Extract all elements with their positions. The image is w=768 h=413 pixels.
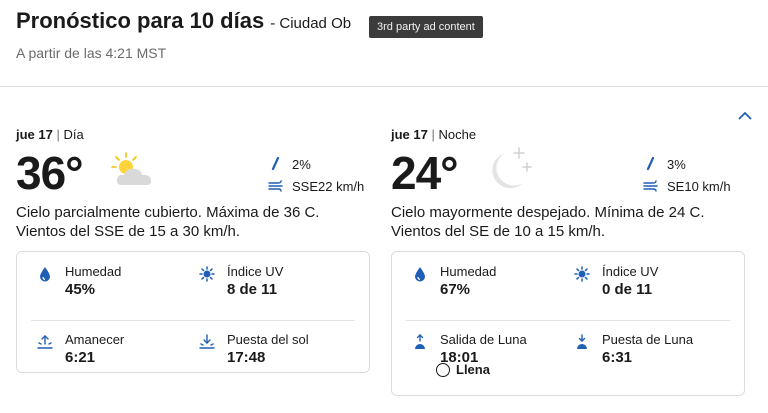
humidity-icon xyxy=(415,267,425,282)
card-divider xyxy=(406,320,730,321)
sunrise-icon xyxy=(37,335,53,349)
card-divider xyxy=(31,320,355,321)
night-period-name: Noche xyxy=(438,127,477,142)
clear-night-icon xyxy=(492,147,532,189)
humidity-value: 45% xyxy=(65,281,96,298)
location-name[interactable]: - Ciudad Ob xyxy=(270,15,351,32)
uv-sun-icon xyxy=(199,266,215,282)
period-separator: | xyxy=(431,127,435,142)
moon-phase: Llena xyxy=(436,362,490,377)
period-separator: | xyxy=(56,127,60,142)
raindrop-icon xyxy=(646,157,655,171)
day-precip-value: 2% xyxy=(292,156,311,172)
night-period-label: jue 17 | Noche xyxy=(391,127,476,142)
wind-icon xyxy=(268,180,283,192)
day-sunset: Puesta del sol 17:48 xyxy=(199,332,349,382)
night-wind: SE10 km/h xyxy=(643,175,753,197)
night-forecast: jue 17 | Noche 24° 3% SE10 km/h Cielo ma… xyxy=(391,125,751,410)
uv-label: Índice UV xyxy=(227,264,284,279)
sunrise-label: Amanecer xyxy=(65,332,125,347)
page-title: Pronóstico para 10 días xyxy=(16,8,265,33)
day-forecast: jue 17 | Día 36° 2% SSE22 km/h Cielo par… xyxy=(16,125,376,410)
day-description: Cielo parcialmente cubierto. Máxima de 3… xyxy=(16,204,320,240)
day-uv: Índice UV 8 de 11 xyxy=(199,264,349,314)
night-humidity: Humedad 67% xyxy=(412,264,562,314)
day-date: jue 17 xyxy=(16,127,53,142)
humidity-label: Humedad xyxy=(440,264,497,279)
updated-time: A partir de las 4:21 MST xyxy=(16,45,167,61)
sunset-icon xyxy=(199,334,215,349)
moonset-label: Puesta de Luna xyxy=(602,332,694,347)
night-stats: 3% SE10 km/h xyxy=(643,153,753,197)
uv-label: Índice UV xyxy=(602,264,659,279)
sunset-label: Puesta del sol xyxy=(227,332,309,347)
partly-cloudy-day-icon xyxy=(111,152,152,185)
day-stats: 2% SSE22 km/h xyxy=(268,153,378,197)
sunrise-value: 6:21 xyxy=(65,349,96,366)
chevron-up-icon[interactable] xyxy=(737,110,753,122)
day-wind-value: SSE22 km/h xyxy=(292,178,365,194)
humidity-icon xyxy=(40,267,50,282)
day-details-card: Humedad 45% Índice UV 8 de 11 Amanecer 6… xyxy=(16,251,370,373)
sunset-value: 17:48 xyxy=(227,349,266,366)
night-uv: Índice UV 0 de 11 xyxy=(574,264,724,314)
night-description: Cielo mayormente despejado. Mínima de 24… xyxy=(391,204,705,240)
wind-icon xyxy=(643,180,658,192)
night-precip-value: 3% xyxy=(667,156,686,172)
raindrop-icon xyxy=(271,157,280,171)
day-period-name: Día xyxy=(63,127,84,142)
uv-value: 0 de 11 xyxy=(602,281,653,298)
night-precip: 3% xyxy=(643,153,753,175)
moonrise-icon xyxy=(415,334,425,349)
moonrise-label: Salida de Luna xyxy=(440,332,527,347)
moon-phase-label: Llena xyxy=(456,362,490,377)
full-moon-icon xyxy=(436,362,450,377)
night-temperature: 24° xyxy=(391,147,459,199)
day-humidity: Humedad 45% xyxy=(37,264,187,314)
uv-sun-icon xyxy=(574,266,590,282)
uv-value: 8 de 11 xyxy=(227,281,278,298)
day-wind: SSE22 km/h xyxy=(268,175,378,197)
humidity-label: Humedad xyxy=(65,264,122,279)
night-details-card: Humedad 67% Índice UV 0 de 11 Salida de … xyxy=(391,251,745,396)
ad-tooltip: 3rd party ad content xyxy=(369,16,483,38)
night-moonset: Puesta de Luna 6:31 xyxy=(574,332,724,382)
moonset-value: 6:31 xyxy=(602,349,633,366)
moonset-icon xyxy=(577,334,587,349)
night-wind-value: SE10 km/h xyxy=(667,178,731,194)
day-temperature: 36° xyxy=(16,147,84,199)
humidity-value: 67% xyxy=(440,281,471,298)
day-precip: 2% xyxy=(268,153,378,175)
day-period-label: jue 17 | Día xyxy=(16,127,84,142)
day-sunrise: Amanecer 6:21 xyxy=(37,332,187,382)
night-date: jue 17 xyxy=(391,127,428,142)
header-divider xyxy=(0,86,768,87)
